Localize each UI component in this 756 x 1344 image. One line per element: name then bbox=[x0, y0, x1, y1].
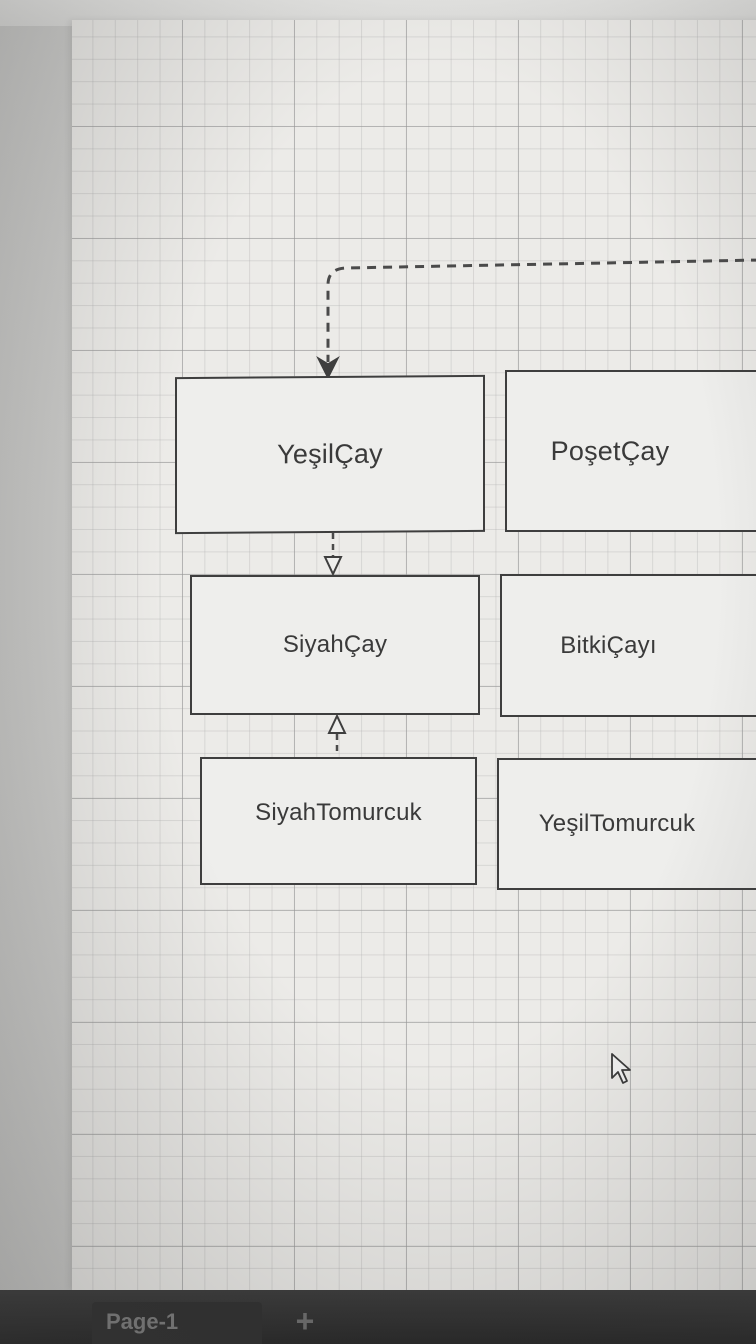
class-box-yesil-tomurcuk[interactable]: YeşilTomurcuk bbox=[497, 758, 756, 890]
class-label-poset-cay: PoşetÇay bbox=[550, 435, 670, 466]
class-box-bitki-cayi[interactable]: BitkiÇayı bbox=[500, 574, 756, 717]
class-label-siyah-tomurcuk: SiyahTomurcuk bbox=[255, 799, 422, 826]
page-tab[interactable]: Page-1 bbox=[92, 1302, 262, 1344]
class-box-yesil-cay[interactable]: YeşilÇay bbox=[175, 374, 485, 535]
add-page-button[interactable]: + bbox=[288, 1303, 322, 1340]
class-label-yesil-tomurcuk: YeşilTomurcuk bbox=[538, 810, 696, 837]
class-box-siyah-tomurcuk[interactable]: SiyahTomurcuk bbox=[200, 757, 477, 885]
plus-icon: + bbox=[295, 1303, 315, 1339]
class-label-siyah-cay: SiyahÇay bbox=[282, 631, 388, 658]
page-tab-bar: Page-1 + bbox=[0, 1290, 756, 1344]
class-label-yesil-cay: YeşilÇay bbox=[277, 438, 383, 470]
class-box-poset-cay[interactable]: PoşetÇay bbox=[505, 370, 756, 532]
class-label-bitki-cayi: BitkiÇayı bbox=[560, 631, 657, 659]
class-box-siyah-cay[interactable]: SiyahÇay bbox=[190, 575, 480, 715]
mouse-pointer-icon bbox=[611, 1053, 631, 1084]
screen: YeşilÇay PoşetÇay SiyahÇay BitkiÇayı Siy… bbox=[0, 0, 756, 1344]
